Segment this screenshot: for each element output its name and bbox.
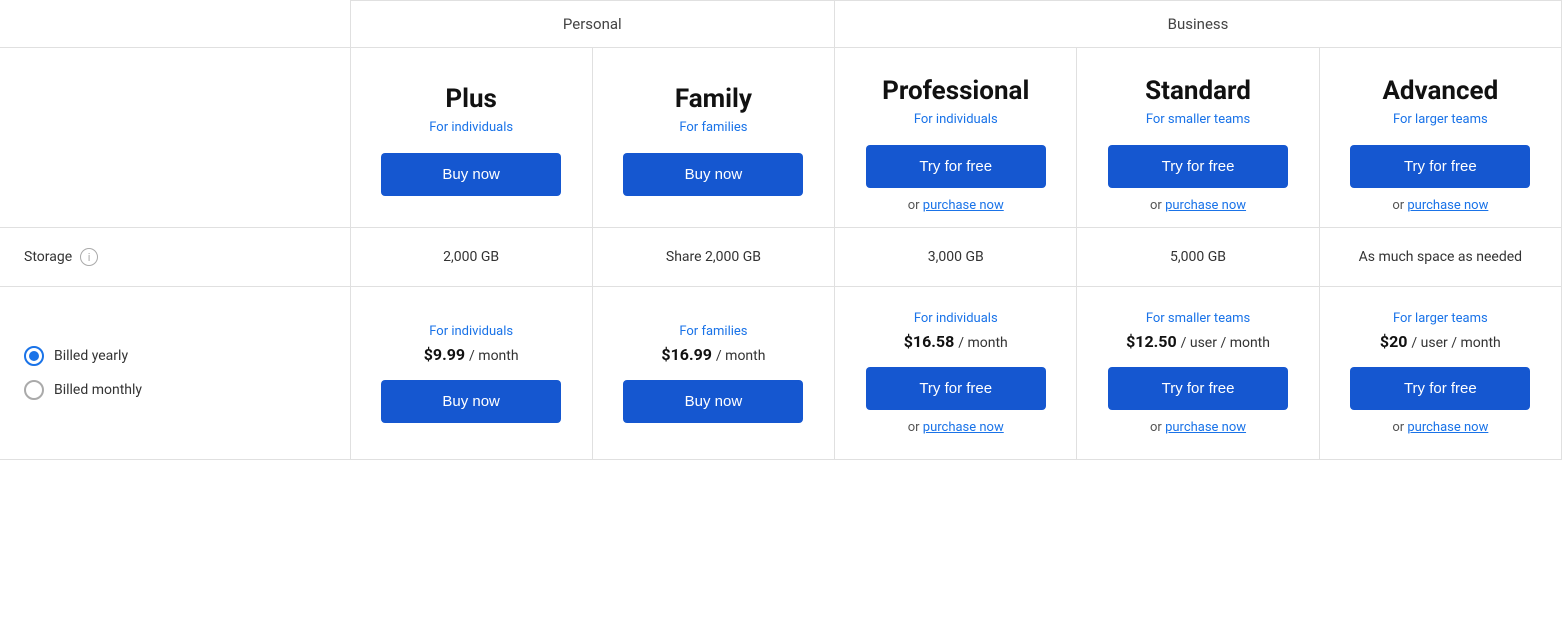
standard-purchase-link-bottom: or purchase now (1093, 420, 1302, 435)
family-storage: Share 2,000 GB (592, 228, 834, 287)
storage-info-icon[interactable]: i (80, 248, 98, 266)
professional-try-button[interactable]: Try for free (866, 145, 1046, 188)
or-label-3: or (1392, 198, 1407, 213)
family-billing-cell: For families $16.99 / month Buy now (592, 287, 834, 460)
standard-purchase-now-link-bottom[interactable]: purchase now (1165, 420, 1246, 435)
radio-inner-dot (29, 351, 39, 361)
plan-professional-header: Professional For individuals Try for fre… (835, 48, 1077, 228)
professional-try-button-bottom[interactable]: Try for free (866, 367, 1046, 410)
billed-yearly-radio[interactable] (24, 346, 44, 366)
advanced-try-button-bottom[interactable]: Try for free (1350, 367, 1530, 410)
or-label: or (908, 198, 923, 213)
plus-price-unit: / month (469, 348, 519, 364)
plan-advanced-subtitle: For larger teams (1336, 112, 1545, 127)
plus-billing-subtitle: For individuals (367, 324, 576, 339)
advanced-billing-cell: For larger teams $20 / user / month Try … (1319, 287, 1561, 460)
standard-try-button[interactable]: Try for free (1108, 145, 1288, 188)
billed-yearly-label: Billed yearly (54, 348, 128, 364)
plus-buy-button[interactable]: Buy now (381, 153, 561, 196)
storage-label-cell: Storage i (0, 228, 350, 287)
plan-advanced-header: Advanced For larger teams Try for free o… (1319, 48, 1561, 228)
advanced-price: $20 / user / month (1336, 332, 1545, 351)
advanced-storage: As much space as needed (1319, 228, 1561, 287)
billing-radio-group: Billed yearly Billed monthly (24, 346, 326, 400)
plan-family-name: Family (609, 84, 818, 114)
plan-family-subtitle: For families (609, 120, 818, 135)
professional-purchase-link-top: or purchase now (851, 198, 1060, 213)
empty-header (0, 1, 350, 48)
advanced-billing-subtitle: For larger teams (1336, 311, 1545, 326)
empty-plan-header (0, 48, 350, 228)
family-buy-button-bottom[interactable]: Buy now (623, 380, 803, 423)
professional-billing-cell: For individuals $16.58 / month Try for f… (835, 287, 1077, 460)
billed-monthly-label: Billed monthly (54, 382, 142, 398)
plus-storage: 2,000 GB (350, 228, 592, 287)
plan-standard-name: Standard (1093, 76, 1302, 106)
plan-plus-header: Plus For individuals Buy now (350, 48, 592, 228)
standard-price: $12.50 / user / month (1093, 332, 1302, 351)
plus-billing-cell: For individuals $9.99 / month Buy now (350, 287, 592, 460)
standard-price-unit: / user / month (1181, 335, 1270, 351)
plan-professional-subtitle: For individuals (851, 112, 1060, 127)
personal-group-header: Personal (350, 1, 835, 48)
advanced-purchase-now-link-bottom[interactable]: purchase now (1407, 420, 1488, 435)
plan-standard-header: Standard For smaller teams Try for free … (1077, 48, 1319, 228)
standard-billing-cell: For smaller teams $12.50 / user / month … (1077, 287, 1319, 460)
billing-row: Billed yearly Billed monthly For individ… (0, 287, 1562, 460)
plan-plus-name: Plus (367, 84, 576, 114)
group-header-row: Personal Business (0, 1, 1562, 48)
billed-yearly-option[interactable]: Billed yearly (24, 346, 326, 366)
or-label-5: or (1150, 420, 1165, 435)
or-label-4: or (908, 420, 923, 435)
plus-buy-button-bottom[interactable]: Buy now (381, 380, 561, 423)
standard-storage: 5,000 GB (1077, 228, 1319, 287)
standard-billing-subtitle: For smaller teams (1093, 311, 1302, 326)
storage-label-inner: Storage i (24, 248, 338, 266)
plan-standard-subtitle: For smaller teams (1093, 112, 1302, 127)
or-label-6: or (1392, 420, 1407, 435)
professional-price: $16.58 / month (851, 332, 1060, 351)
storage-label-text: Storage (24, 249, 72, 265)
professional-billing-subtitle: For individuals (851, 311, 1060, 326)
advanced-purchase-now-link[interactable]: purchase now (1407, 198, 1488, 213)
plan-header-row: Plus For individuals Buy now Family For … (0, 48, 1562, 228)
advanced-price-unit: / user / month (1411, 335, 1500, 351)
advanced-try-button[interactable]: Try for free (1350, 145, 1530, 188)
plan-family-header: Family For families Buy now (592, 48, 834, 228)
family-buy-button[interactable]: Buy now (623, 153, 803, 196)
storage-row: Storage i 2,000 GB Share 2,000 GB 3,000 … (0, 228, 1562, 287)
pricing-table: Personal Business Plus For individuals B… (0, 0, 1562, 460)
plus-price: $9.99 / month (367, 345, 576, 364)
family-price-unit: / month (716, 348, 766, 364)
family-billing-subtitle: For families (609, 324, 818, 339)
plan-advanced-name: Advanced (1336, 76, 1545, 106)
advanced-purchase-link-bottom: or purchase now (1336, 420, 1545, 435)
standard-purchase-link-top: or purchase now (1093, 198, 1302, 213)
billing-options-cell: Billed yearly Billed monthly (0, 287, 350, 460)
professional-price-unit: / month (958, 335, 1008, 351)
standard-try-button-bottom[interactable]: Try for free (1108, 367, 1288, 410)
advanced-purchase-link-top: or purchase now (1336, 198, 1545, 213)
professional-purchase-now-link[interactable]: purchase now (923, 198, 1004, 213)
plan-plus-subtitle: For individuals (367, 120, 576, 135)
billed-monthly-radio[interactable] (24, 380, 44, 400)
professional-purchase-link-bottom: or purchase now (851, 420, 1060, 435)
or-label-2: or (1150, 198, 1165, 213)
standard-purchase-now-link[interactable]: purchase now (1165, 198, 1246, 213)
business-group-header: Business (835, 1, 1562, 48)
plan-professional-name: Professional (851, 76, 1060, 106)
billed-monthly-option[interactable]: Billed monthly (24, 380, 326, 400)
professional-purchase-now-link-bottom[interactable]: purchase now (923, 420, 1004, 435)
professional-storage: 3,000 GB (835, 228, 1077, 287)
family-price: $16.99 / month (609, 345, 818, 364)
